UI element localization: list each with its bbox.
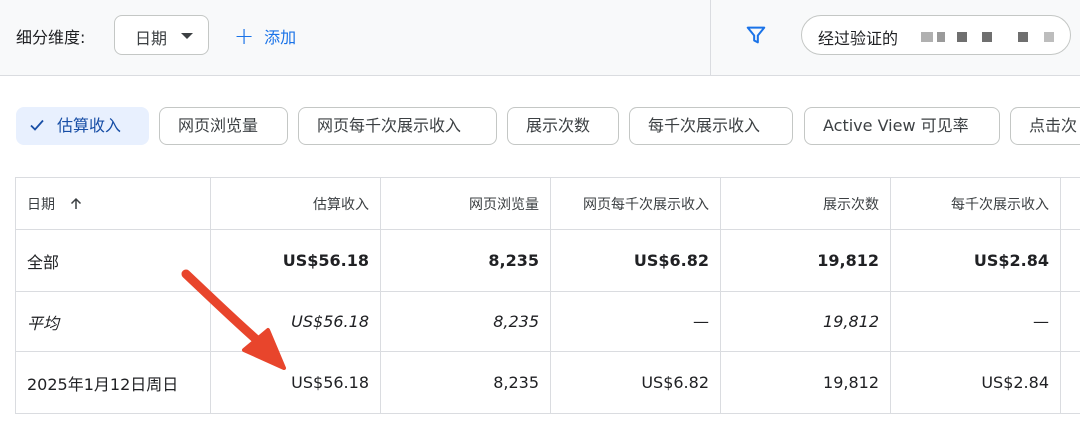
metric-chip-clicks[interactable]: 点击次 bbox=[1010, 107, 1080, 145]
column-header-label: 展示次数 bbox=[823, 196, 879, 213]
table-cell: 19,812 bbox=[720, 292, 890, 351]
metric-chip-label: 估算收入 bbox=[57, 116, 122, 135]
redacted-block bbox=[1018, 32, 1028, 42]
column-header-label: 日期 bbox=[27, 196, 55, 213]
table-cell: 8,235 bbox=[380, 230, 550, 291]
metric-chip-label: 点击次 bbox=[1029, 116, 1078, 135]
metric-chip-label: 网页每千次展示收入 bbox=[317, 116, 462, 135]
table-cell: 19,812 bbox=[720, 352, 890, 413]
arrow-up-icon bbox=[70, 197, 82, 209]
redacted-block bbox=[957, 32, 967, 42]
metric-chip-active-view[interactable]: Active View 可见率 bbox=[804, 107, 1000, 145]
dimension-label: 细分维度: bbox=[16, 28, 86, 47]
column-header-page-views[interactable]: 网页浏览量 bbox=[380, 178, 550, 229]
filter-icon[interactable] bbox=[745, 24, 767, 46]
table-row: 2025年1月12日周日 US$56.18 8,235 US$6.82 19,8… bbox=[15, 352, 1080, 414]
metric-chip-estimated-revenue[interactable]: 估算收入 bbox=[16, 107, 149, 145]
check-icon bbox=[30, 119, 44, 131]
table-cell: US$6.82 bbox=[550, 352, 720, 413]
table-cell: — bbox=[550, 292, 720, 351]
metric-chips: 估算收入 网页浏览量 网页每千次展示收入 展示次数 每千次展示收入 Active… bbox=[16, 107, 1080, 145]
redacted-block bbox=[982, 32, 992, 42]
table-cell: 19,812 bbox=[720, 230, 890, 291]
dimension-select[interactable]: 日期 bbox=[114, 15, 209, 55]
table-header-row: 日期 估算收入 网页浏览量 网页每千次展示收入 展示次数 每千次展示收入 bbox=[15, 178, 1080, 230]
plus-icon: + bbox=[234, 22, 255, 50]
column-header-label: 网页每千次展示收入 bbox=[583, 196, 709, 213]
metric-chip-page-views[interactable]: 网页浏览量 bbox=[159, 107, 288, 145]
column-header-label: 每千次展示收入 bbox=[951, 196, 1049, 213]
filter-chip-text: 经过验证的 bbox=[818, 29, 899, 48]
table-cell: 全部 bbox=[15, 230, 210, 291]
table-row-average: 平均 US$56.18 8,235 — 19,812 — bbox=[15, 292, 1080, 352]
metric-chip-impression-rpm[interactable]: 每千次展示收入 bbox=[629, 107, 793, 145]
metric-chip-page-rpm[interactable]: 网页每千次展示收入 bbox=[298, 107, 497, 145]
redacted-block bbox=[921, 32, 933, 42]
metric-chip-label: Active View 可见率 bbox=[823, 116, 969, 135]
table-cell: US$6.82 bbox=[550, 230, 720, 291]
caret-down-icon bbox=[181, 33, 193, 39]
filter-chip[interactable]: 经过验证的 bbox=[801, 15, 1071, 55]
add-dimension-label: 添加 bbox=[264, 28, 297, 47]
redacted-block bbox=[937, 32, 945, 42]
table-cell: 2025年1月12日周日 bbox=[15, 352, 210, 413]
column-header-overflow bbox=[1060, 178, 1080, 229]
table-row-total: 全部 US$56.18 8,235 US$6.82 19,812 US$2.84 bbox=[15, 230, 1080, 292]
column-header-label: 网页浏览量 bbox=[469, 196, 539, 213]
table-cell: US$2.84 bbox=[890, 352, 1060, 413]
column-header-label: 估算收入 bbox=[313, 196, 369, 213]
table-cell: — bbox=[890, 292, 1060, 351]
table-cell: 8,235 bbox=[380, 292, 550, 351]
metric-chip-label: 网页浏览量 bbox=[178, 116, 259, 135]
add-dimension-button[interactable]: + 添加 bbox=[234, 22, 296, 50]
table-cell-overflow bbox=[1060, 352, 1080, 413]
column-header-impressions[interactable]: 展示次数 bbox=[720, 178, 890, 229]
metric-chip-label: 每千次展示收入 bbox=[648, 116, 761, 135]
column-header-date[interactable]: 日期 bbox=[15, 178, 210, 229]
column-header-impression-rpm[interactable]: 每千次展示收入 bbox=[890, 178, 1060, 229]
table-cell: US$56.18 bbox=[210, 230, 380, 291]
table-cell: US$56.18 bbox=[210, 292, 380, 351]
dimension-select-value: 日期 bbox=[135, 29, 168, 48]
redacted-block bbox=[1044, 32, 1054, 42]
toolbar: 细分维度: 日期 + 添加 经过验证的 bbox=[0, 0, 1080, 76]
table-cell: 平均 bbox=[15, 292, 210, 351]
table-cell: US$56.18 bbox=[210, 352, 380, 413]
table-cell-overflow bbox=[1060, 230, 1080, 291]
table-cell-overflow bbox=[1060, 292, 1080, 351]
column-header-page-rpm[interactable]: 网页每千次展示收入 bbox=[550, 178, 720, 229]
table-cell: US$2.84 bbox=[890, 230, 1060, 291]
report-table: 日期 估算收入 网页浏览量 网页每千次展示收入 展示次数 每千次展示收入 全部 … bbox=[15, 177, 1080, 414]
toolbar-divider bbox=[710, 0, 711, 76]
table-cell: 8,235 bbox=[380, 352, 550, 413]
metric-chip-impressions[interactable]: 展示次数 bbox=[507, 107, 619, 145]
column-header-estimated-revenue[interactable]: 估算收入 bbox=[210, 178, 380, 229]
metric-chip-label: 展示次数 bbox=[526, 116, 591, 135]
